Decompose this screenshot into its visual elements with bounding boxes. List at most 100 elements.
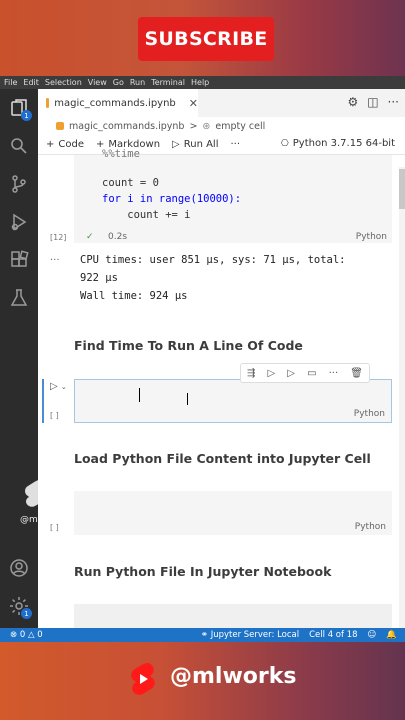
code-text: for i in range(10000): — [102, 193, 242, 205]
cell2-exec-count: [ ] — [50, 411, 59, 420]
cell1-output: CPU times: user 851 µs, sys: 71 µs, tota… — [80, 251, 380, 305]
warning-count: 0 — [37, 630, 43, 640]
menu-selection[interactable]: Selection — [45, 78, 82, 87]
problems-indicator[interactable]: ⊗ 0 △ 0 — [10, 630, 43, 640]
gear-icon[interactable]: ⚙ — [347, 95, 358, 109]
notebook-file-icon — [46, 98, 50, 108]
source-control-icon[interactable] — [8, 173, 30, 195]
markdown-heading-load-file[interactable]: Load Python File Content into Jupyter Ce… — [74, 451, 371, 466]
split-editor-icon[interactable]: ◫ — [367, 95, 378, 109]
search-icon[interactable] — [8, 135, 30, 157]
add-code-label: Code — [58, 139, 84, 150]
extensions-icon[interactable] — [8, 249, 30, 271]
toolbar-more-button[interactable]: ··· — [231, 139, 241, 150]
delete-cell-icon[interactable]: 🗑 — [350, 368, 363, 379]
cell1-language[interactable]: Python — [356, 232, 387, 242]
kernel-label: Python 3.7.15 64-bit — [292, 138, 395, 149]
youtube-shorts-logo-icon — [128, 661, 158, 697]
output-line-wall: Wall time: 924 µs — [80, 290, 188, 302]
cell-icon: ⊛ — [202, 120, 211, 132]
menu-file[interactable]: File — [4, 78, 17, 87]
code-cell-timing[interactable]: %%time count = 0 for i in range(10000): … — [74, 148, 392, 243]
markdown-heading-run-file[interactable]: Run Python File In Jupyter Notebook — [74, 564, 331, 579]
jupyter-server-status[interactable]: ⚭ Jupyter Server: Local — [201, 630, 299, 640]
run-all-icon: ▷ — [172, 139, 180, 150]
run-all-button[interactable]: ▷ Run All — [172, 139, 218, 150]
server-icon: ⚭ — [200, 630, 208, 640]
tab-actions: ⚙ ◫ ··· — [347, 95, 399, 109]
kernel-icon: ⎔ — [280, 138, 289, 149]
cell1-exec-count: [12] — [50, 233, 67, 242]
success-check-icon: ✓ — [86, 232, 94, 242]
plus-icon: + — [46, 139, 55, 150]
cell1-duration: 0.2s — [108, 232, 128, 242]
run-cell-icon[interactable]: ▷ ⌄ — [50, 381, 67, 392]
cell2-language[interactable]: Python — [354, 409, 385, 419]
settings-gear-icon[interactable]: 1 — [8, 595, 32, 619]
code-cell-empty[interactable]: Python — [74, 491, 392, 535]
menu-run[interactable]: Run — [130, 78, 145, 87]
error-icon: ⊗ — [10, 630, 18, 640]
output-line-total: 922 µs — [80, 272, 118, 284]
code-line-5: count += i — [102, 209, 191, 221]
kernel-picker[interactable]: ⎔ Python 3.7.15 64-bit — [281, 138, 395, 149]
activity-bar: 1 1 — [0, 89, 38, 628]
code-text: count = 0 — [102, 177, 159, 189]
code-cell-empty-active[interactable]: Python — [74, 379, 392, 423]
menu-help[interactable]: Help — [191, 78, 209, 87]
status-bar: ⊗ 0 △ 0 ⚭ Jupyter Server: Local Cell 4 o… — [0, 628, 405, 642]
account-icon[interactable] — [8, 557, 30, 579]
cell-toolbar: ⇶ ▷ ▷ ▭ ··· 🗑 — [240, 363, 370, 383]
run-debug-icon[interactable] — [8, 211, 30, 233]
cell-position[interactable]: Cell 4 of 18 — [309, 630, 357, 640]
active-cell-indicator — [42, 379, 44, 423]
output-more-icon[interactable]: ... — [50, 252, 60, 263]
tab-magic-commands[interactable]: magic_commands.ipynb ✕ — [38, 89, 198, 117]
menu-edit[interactable]: Edit — [23, 78, 39, 87]
run-all-label: Run All — [183, 139, 219, 150]
cell-more-icon[interactable]: ··· — [329, 368, 339, 379]
menu-bar: File Edit Selection View Go Run Terminal… — [0, 76, 405, 89]
run-next-icon[interactable]: ▷ — [287, 368, 295, 379]
code-cell-partial[interactable] — [74, 604, 392, 628]
tab-label: magic_commands.ipynb — [54, 97, 176, 109]
settings-badge: 1 — [21, 608, 32, 619]
menu-go[interactable]: Go — [113, 78, 124, 87]
close-icon[interactable]: ✕ — [189, 97, 198, 110]
subscribe-button[interactable]: SUBSCRIBE — [138, 17, 274, 61]
code-line-4: for i in range(10000): — [102, 193, 241, 205]
run-below-icon[interactable]: ▷ — [268, 368, 276, 379]
status-right: ⚭ Jupyter Server: Local Cell 4 of 18 ☺ 🔔 — [201, 628, 397, 642]
feedback-icon[interactable]: ☺ — [368, 630, 377, 640]
scrollbar-track[interactable] — [399, 167, 405, 628]
markdown-heading-time-line[interactable]: Find Time To Run A Line Of Code — [74, 338, 303, 353]
scrollbar-thumb[interactable] — [399, 169, 405, 209]
breadcrumb-separator: > — [189, 120, 198, 132]
more-actions-icon[interactable]: ··· — [388, 95, 399, 109]
mouse-ibeam-icon — [187, 393, 192, 405]
cell3-language[interactable]: Python — [355, 522, 386, 532]
notifications-bell-icon[interactable]: 🔔 — [386, 630, 397, 640]
notebook-toolbar: + Code + Markdown ▷ Run All ··· ⎔ Python 3.… — [38, 135, 405, 155]
tab-bar: magic_commands.ipynb ✕ ⚙ ◫ ··· — [38, 89, 405, 117]
channel-handle: @mlworks — [170, 664, 297, 689]
watermark-text: @mlworks — [20, 515, 67, 525]
menu-view[interactable]: View — [88, 78, 107, 87]
breadcrumb: magic_commands.ipynb > ⊛ empty cell — [38, 117, 405, 135]
testing-flask-icon[interactable] — [8, 287, 30, 309]
breadcrumb-file[interactable]: magic_commands.ipynb — [69, 121, 184, 132]
menu-terminal[interactable]: Terminal — [151, 78, 185, 87]
explorer-badge: 1 — [21, 110, 32, 121]
split-cell-icon[interactable]: ▭ — [307, 368, 316, 379]
add-code-button[interactable]: + Code — [46, 139, 84, 150]
error-count: 0 — [19, 630, 26, 640]
explorer-icon[interactable]: 1 — [8, 97, 32, 121]
warning-icon: △ — [27, 630, 35, 640]
top-brand-band: SUBSCRIBE — [0, 0, 405, 76]
server-label: Jupyter Server: Local — [210, 630, 300, 640]
run-above-icon[interactable]: ⇶ — [247, 368, 255, 379]
breadcrumb-cell[interactable]: empty cell — [215, 121, 265, 132]
notebook-editor: magic_commands.ipynb ✕ ⚙ ◫ ··· magic_com… — [38, 89, 405, 628]
code-line-1: %%time — [102, 148, 140, 160]
code-line-3: count = 0 — [102, 177, 159, 189]
